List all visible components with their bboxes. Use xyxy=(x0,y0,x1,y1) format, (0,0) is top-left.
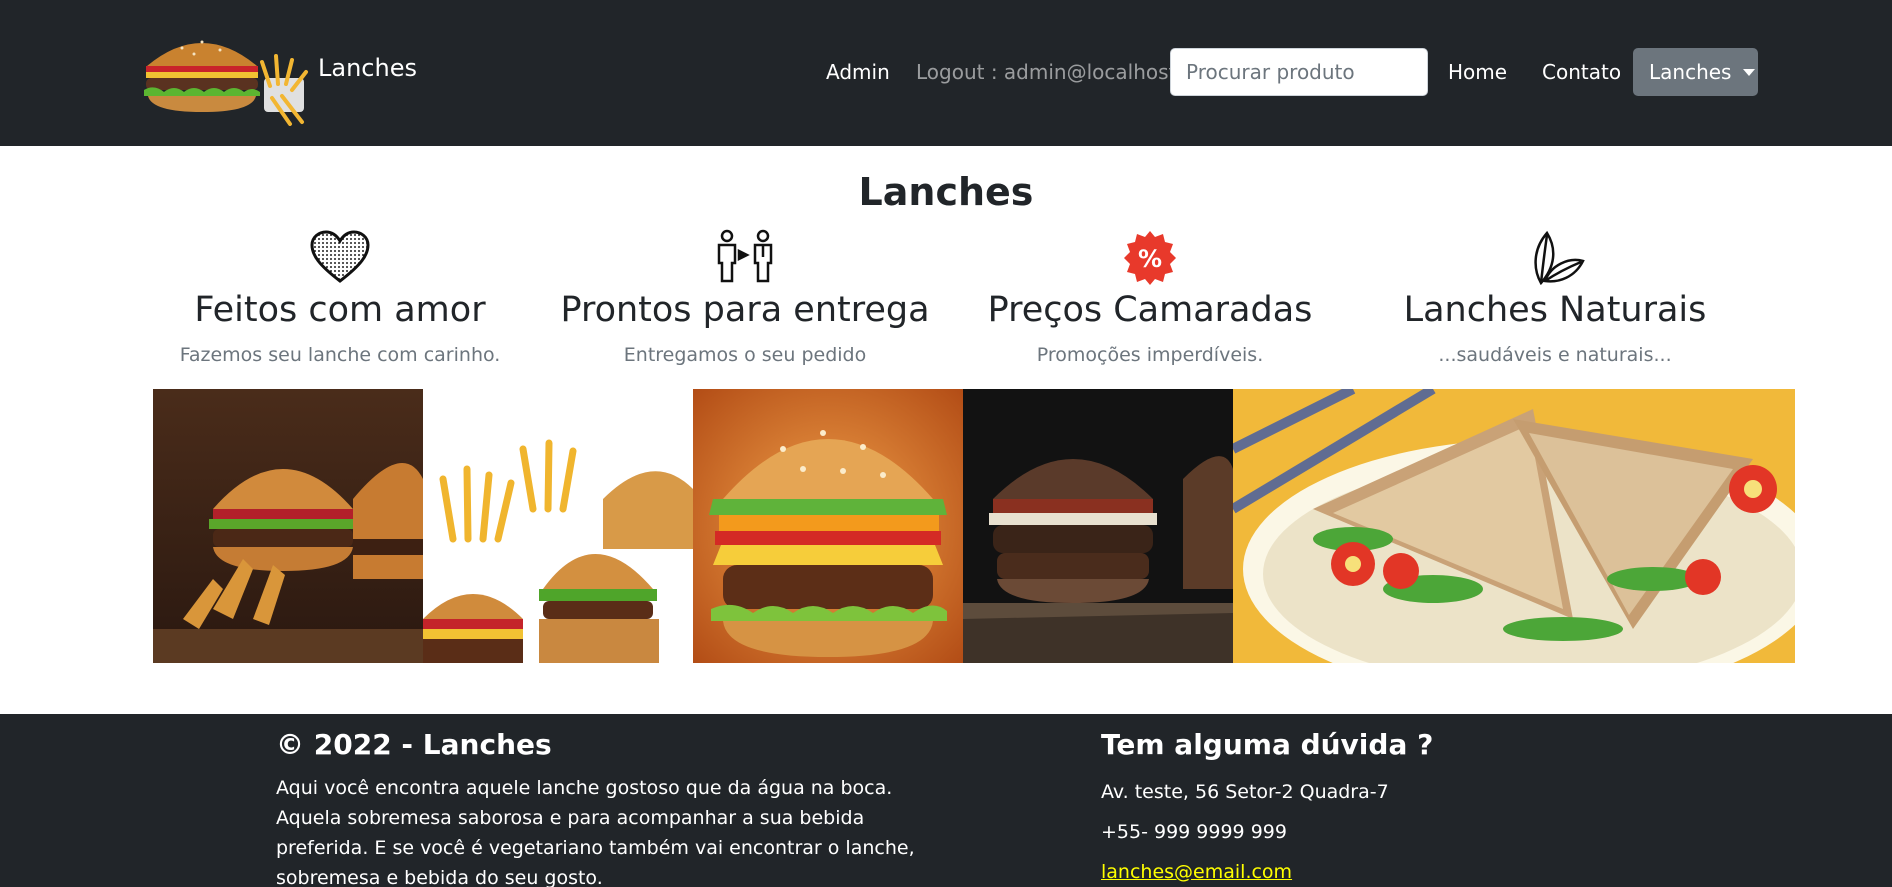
footer-phone: +55- 999 9999 999 xyxy=(1101,821,1287,843)
nav-contact-link[interactable]: Contato xyxy=(1542,60,1621,84)
footer-about-text: Aqui você encontra aquele lanche gostoso… xyxy=(276,777,915,887)
brand[interactable]: Lanches xyxy=(142,26,417,126)
heart-icon xyxy=(310,230,370,283)
navbar: Lanches Admin Logout : admin@localhost H… xyxy=(0,0,1892,146)
footer-email-link[interactable]: lanches@email.com xyxy=(1101,861,1292,883)
burgers-fries-photo xyxy=(423,389,693,663)
dark-burger-photo xyxy=(963,389,1233,663)
nav-home-link[interactable]: Home xyxy=(1448,60,1507,84)
footer: © 2022 - Lanches Aqui você encontra aque… xyxy=(0,714,1892,887)
page-title: Lanches xyxy=(858,170,1034,214)
feature-natural: Lanches Naturais ...saudáveis e naturais… xyxy=(1345,228,1765,366)
footer-question-title: Tem alguma dúvida ? xyxy=(1101,728,1434,761)
feature-prices: % Preços Camaradas Promoções imperdíveis… xyxy=(940,228,1360,366)
feature-title: Lanches Naturais xyxy=(1403,290,1707,330)
leaf-icon xyxy=(1534,230,1585,285)
feature-subtitle: Entregamos o seu pedido xyxy=(623,344,867,366)
nav-admin-link[interactable]: Admin xyxy=(826,60,890,84)
feature-title: Prontos para entrega xyxy=(560,290,930,330)
burger-wedges-photo xyxy=(153,389,423,663)
search-input[interactable] xyxy=(1170,48,1428,96)
caret-down-icon xyxy=(1743,68,1756,76)
feature-title: Preços Camaradas xyxy=(987,290,1313,330)
dropdown-label: Lanches xyxy=(1649,60,1732,84)
food-gallery xyxy=(153,389,1795,663)
feature-subtitle: Promoções imperdíveis. xyxy=(1036,344,1264,366)
sandwich-photo xyxy=(1233,389,1795,663)
feature-subtitle: ...saudáveis e naturais... xyxy=(1438,344,1672,366)
svg-text:%: % xyxy=(1138,245,1162,273)
brand-name[interactable]: Lanches xyxy=(318,54,417,82)
feature-love: Feitos com amor Fazemos seu lanche com c… xyxy=(130,228,550,366)
burger-logo-icon[interactable] xyxy=(142,26,312,126)
feature-delivery: Prontos para entrega Entregamos o seu pe… xyxy=(535,228,955,366)
feature-subtitle: Fazemos seu lanche com carinho. xyxy=(179,344,501,366)
big-burger-photo xyxy=(693,389,963,663)
delivery-people-icon xyxy=(717,229,773,283)
feature-title: Feitos com amor xyxy=(194,290,486,330)
footer-address: Av. teste, 56 Setor-2 Quadra-7 xyxy=(1101,781,1389,803)
nav-logout-link[interactable]: Logout : admin@localhost xyxy=(916,60,1176,84)
lanches-dropdown-button[interactable]: Lanches xyxy=(1633,48,1758,96)
percent-badge-icon: % xyxy=(1124,231,1176,285)
footer-copyright: © 2022 - Lanches xyxy=(276,728,552,761)
